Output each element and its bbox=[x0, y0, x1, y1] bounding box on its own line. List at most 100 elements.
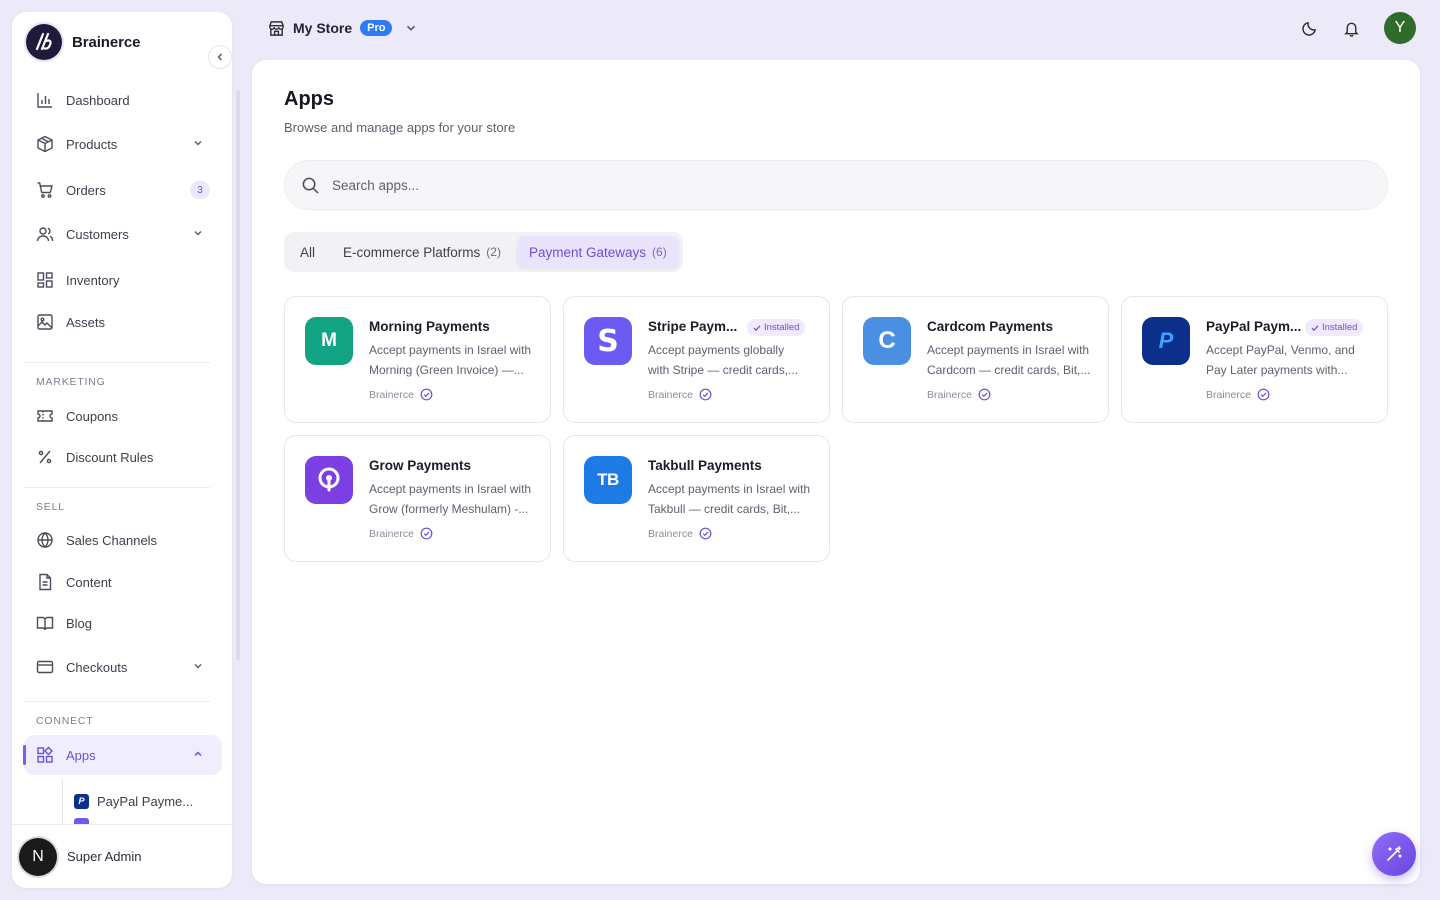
verified-check-icon bbox=[978, 388, 991, 401]
chevron-up-icon bbox=[194, 751, 202, 757]
app-name: Cardcom Payments bbox=[927, 319, 1054, 334]
tab-ecommerce-platforms[interactable]: E-commerce Platforms (2) bbox=[331, 236, 513, 268]
sidebar-item-label: Coupons bbox=[66, 408, 119, 424]
app-description-line: Takbull — credit cards, Bit,... bbox=[648, 502, 801, 516]
app-vendor: Brainerce bbox=[927, 388, 991, 401]
document-icon bbox=[39, 573, 52, 591]
app-description-line: Cardcom — credit cards, Bit,... bbox=[927, 363, 1091, 377]
sidebar-item-content[interactable]: Content bbox=[24, 562, 222, 602]
main-panel: Apps Browse and manage apps for your sto… bbox=[252, 60, 1420, 884]
sidebar-item-sales-channels[interactable]: Sales Channels bbox=[24, 520, 222, 560]
search-bar[interactable] bbox=[284, 160, 1388, 210]
takbull-logo-icon: TB bbox=[584, 456, 632, 504]
chevron-down-icon bbox=[407, 25, 416, 31]
sidebar-item-inventory[interactable]: Inventory bbox=[24, 260, 222, 300]
notifications-button[interactable] bbox=[1341, 18, 1361, 38]
sidebar: Brainerce Dashboard Products Orders 3 Cu… bbox=[12, 12, 240, 888]
sidebar-item-checkouts[interactable]: Checkouts bbox=[24, 647, 222, 687]
sidebar-item-apps[interactable]: Apps bbox=[23, 735, 222, 775]
book-open-icon bbox=[36, 616, 54, 631]
verified-check-icon bbox=[699, 527, 712, 540]
tab-label: E-commerce Platforms bbox=[343, 244, 481, 260]
app-name: Grow Payments bbox=[369, 458, 472, 473]
tab-payment-gateways[interactable]: Payment Gateways (6) bbox=[516, 236, 679, 268]
ai-assistant-button[interactable] bbox=[1372, 832, 1416, 876]
credit-card-icon bbox=[36, 660, 54, 674]
theme-toggle-button[interactable] bbox=[1299, 18, 1319, 38]
sidebar-item-coupons[interactable]: Coupons bbox=[24, 396, 222, 436]
paypal-logo-icon: P bbox=[1142, 317, 1190, 365]
app-card-takbull-payments[interactable]: TB Takbull Payments Accept payments in I… bbox=[563, 435, 830, 562]
vendor-name: Brainerce bbox=[648, 527, 693, 540]
sidebar-scrollbar[interactable] bbox=[236, 90, 240, 660]
sidebar-subitem-label: PayPal Payme... bbox=[97, 793, 194, 809]
installed-badge: Installed bbox=[1305, 319, 1364, 336]
app-vendor: Brainerce bbox=[648, 527, 712, 540]
app-card-cardcom-payments[interactable]: C Cardcom Payments Accept payments in Is… bbox=[842, 296, 1109, 423]
verified-check-icon bbox=[1257, 388, 1270, 401]
sidebar-item-discount-rules[interactable]: Discount Rules bbox=[24, 437, 222, 477]
image-icon bbox=[37, 314, 53, 330]
app-description: Accept payments in Israel with Morning (… bbox=[369, 340, 537, 380]
vendor-name: Brainerce bbox=[369, 388, 414, 401]
sidebar-item-dashboard[interactable]: Dashboard bbox=[24, 80, 222, 120]
chevron-left-icon bbox=[217, 53, 223, 61]
sidebar-item-label: Dashboard bbox=[66, 92, 130, 108]
installed-label: Installed bbox=[1322, 322, 1358, 333]
sidebar-item-products[interactable]: Products bbox=[24, 124, 222, 164]
cardcom-logo-icon: C bbox=[863, 317, 911, 365]
vendor-name: Brainerce bbox=[648, 388, 693, 401]
bell-icon bbox=[1343, 22, 1359, 37]
store-switcher[interactable]: My Store Pro bbox=[268, 16, 418, 40]
app-description-line: Accept payments in Israel with bbox=[369, 343, 532, 357]
user-avatar[interactable]: Y bbox=[1384, 12, 1416, 44]
sidebar-item-label: Assets bbox=[66, 314, 106, 330]
sidebar-item-orders[interactable]: Orders 3 bbox=[24, 170, 222, 210]
app-card-grow-payments[interactable]: Grow Payments Accept payments in Israel … bbox=[284, 435, 551, 562]
nav-divider bbox=[24, 487, 210, 488]
nav-divider bbox=[24, 362, 210, 363]
check-icon bbox=[753, 324, 761, 331]
vendor-name: Brainerce bbox=[927, 388, 972, 401]
chevron-down-icon bbox=[194, 663, 202, 669]
tab-label: Payment Gateways bbox=[528, 244, 647, 260]
app-card-stripe-payments[interactable]: S Stripe Paym... Installed Accept paymen… bbox=[563, 296, 830, 423]
app-description-line: Accept payments globally bbox=[648, 343, 785, 357]
apps-grid-icon bbox=[37, 746, 54, 763]
grow-logo-icon bbox=[305, 456, 353, 504]
paypal-icon: P bbox=[74, 793, 89, 809]
app-card-paypal-payments[interactable]: P PayPal Paym... Installed Accept PayPal… bbox=[1121, 296, 1388, 423]
nav-divider bbox=[24, 701, 210, 702]
app-description-line: Pay Later payments with... bbox=[1206, 363, 1348, 377]
app-vendor: Brainerce bbox=[369, 527, 433, 540]
search-input[interactable] bbox=[332, 177, 1232, 193]
verified-check-icon bbox=[699, 388, 712, 401]
page-subtitle: Browse and manage apps for your store bbox=[284, 120, 516, 135]
globe-icon bbox=[37, 532, 53, 548]
plan-badge: Pro bbox=[360, 20, 393, 36]
sidebar-footer[interactable]: N Super Admin bbox=[12, 824, 232, 888]
check-icon bbox=[1311, 324, 1319, 331]
app-name: Morning Payments bbox=[369, 319, 490, 334]
sidebar-item-customers[interactable]: Customers bbox=[24, 214, 222, 254]
installed-badge: Installed bbox=[747, 319, 806, 336]
app-card-morning-payments[interactable]: M Morning Payments Accept payments in Is… bbox=[284, 296, 551, 423]
app-name: PayPal Paym... bbox=[1206, 319, 1302, 334]
app-description: Accept payments globally with Stripe — c… bbox=[648, 340, 816, 380]
page-title: Apps bbox=[284, 88, 334, 110]
collapse-sidebar-button[interactable] bbox=[208, 45, 232, 69]
sidebar-item-assets[interactable]: Assets bbox=[24, 302, 222, 342]
brand-name: Brainerce bbox=[72, 33, 141, 51]
verified-check-icon bbox=[420, 388, 433, 401]
brand[interactable]: Brainerce bbox=[26, 22, 140, 62]
active-indicator bbox=[23, 745, 26, 765]
store-icon bbox=[269, 20, 284, 36]
sidebar-subitem-paypal[interactable]: P PayPal Payme... bbox=[74, 786, 193, 816]
percent-icon bbox=[38, 450, 52, 464]
app-vendor: Brainerce bbox=[369, 388, 433, 401]
app-name: Stripe Paym... bbox=[648, 319, 738, 334]
users-icon bbox=[36, 227, 54, 242]
section-title-connect: CONNECT bbox=[36, 715, 94, 727]
tab-all[interactable]: All bbox=[288, 236, 327, 268]
sidebar-item-blog[interactable]: Blog bbox=[24, 603, 222, 643]
